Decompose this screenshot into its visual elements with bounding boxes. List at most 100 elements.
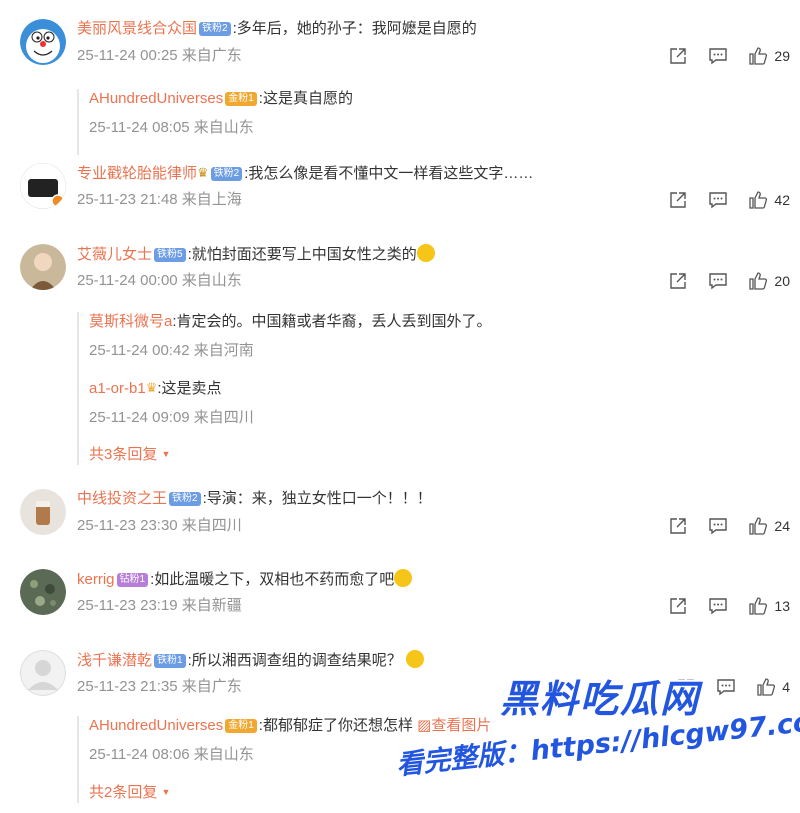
reply-list: AHundredUniverses 金粉1:都郁郁症了你还想怎样 ▨查看图片 25…	[77, 716, 491, 803]
username[interactable]: 专业戳轮胎能律师	[77, 165, 197, 182]
like-count: 24	[774, 518, 790, 534]
reply-text: :这是卖点	[157, 380, 222, 397]
avatar[interactable]	[20, 650, 66, 696]
like-count: 13	[774, 598, 790, 614]
comment-text: :导演：来，独立女性口一个！！！	[202, 490, 432, 507]
fan-badge: 铁粉5	[154, 248, 186, 262]
picture-icon: ▨	[417, 717, 432, 734]
comment-icon	[708, 271, 728, 291]
fan-badge: 铁粉2	[169, 492, 201, 506]
reply-meta: 25-11-24 09:09 来自四川	[89, 409, 254, 426]
reply-meta: 25-11-24 08:05 来自山东	[89, 119, 254, 136]
comment-text: :就怕封面还要写上中国女性之类的	[187, 246, 417, 263]
reply-button[interactable]	[708, 271, 728, 291]
comment-meta: 25-11-23 23:19 来自新疆	[77, 597, 242, 614]
avatar[interactable]	[20, 489, 66, 535]
comment-actions: 4	[656, 676, 790, 698]
like-icon	[748, 516, 768, 536]
reply-text: :这是真自愿的	[258, 90, 353, 107]
comment-icon	[716, 677, 736, 697]
share-button[interactable]	[668, 516, 688, 536]
comment-meta: 25-11-23 21:48 来自上海	[77, 191, 242, 208]
comment-text: :所以湘西调查组的调查结果呢？	[187, 652, 402, 669]
comment-icon	[708, 596, 728, 616]
view-picture-link[interactable]: ▨查看图片	[417, 717, 491, 734]
avatar[interactable]	[20, 163, 66, 209]
like-icon	[756, 677, 776, 697]
share-button[interactable]	[668, 190, 688, 210]
reply-button[interactable]	[708, 516, 728, 536]
like-button[interactable]: 24	[748, 516, 790, 536]
reply-list: 莫斯科微号a:肯定会的。中国籍或者华裔，丢人丢到国外了。 25-11-24 00…	[77, 312, 492, 465]
username[interactable]: 莫斯科微号a	[89, 313, 172, 330]
reply-list: AHundredUniverses 金粉1:这是真自愿的 25-11-24 08:…	[77, 89, 353, 155]
comment-actions: 29	[648, 45, 790, 67]
comment-icon	[708, 190, 728, 210]
fan-badge: 钻粉1	[116, 573, 149, 587]
reply-item: AHundredUniverses 金粉1:这是真自愿的 25-11-24 08:…	[89, 89, 353, 155]
share-button[interactable]	[668, 46, 688, 66]
caret-down-icon: ▼	[161, 449, 171, 459]
reply-item: 莫斯科微号a:肯定会的。中国籍或者华裔，丢人丢到国外了。 25-11-24 00…	[89, 312, 492, 378]
crown-icon: ♛	[197, 165, 209, 180]
like-icon	[748, 46, 768, 66]
like-button[interactable]: 29	[748, 46, 790, 66]
share-icon	[668, 46, 688, 66]
comment-icon	[708, 46, 728, 66]
comment-meta: 25-11-23 23:30 来自四川	[77, 517, 242, 534]
avatar[interactable]	[20, 569, 66, 615]
fan-badge: 铁粉2	[210, 167, 243, 181]
comment-actions: 24	[648, 515, 790, 537]
more-replies-link[interactable]: 共3条回复 ▼	[89, 444, 492, 465]
like-count: 20	[774, 273, 790, 289]
comment-text: :多年后，她的孙子：我阿嬷是自愿的	[232, 20, 477, 37]
comment-meta: 25-11-23 21:35 来自广东	[77, 678, 242, 695]
like-button[interactable]: 42	[748, 190, 790, 210]
comment-actions: 13	[648, 595, 790, 617]
username[interactable]: a1-or-b1	[89, 380, 146, 397]
share-icon	[668, 190, 688, 210]
like-button[interactable]: 4	[756, 677, 790, 697]
comment-actions: 42	[648, 189, 790, 211]
fan-badge: 金粉1	[225, 92, 257, 106]
comment-meta: 25-11-24 00:25 来自广东	[77, 47, 242, 64]
crown-icon: ♛	[145, 380, 158, 395]
share-button[interactable]	[676, 677, 696, 697]
fan-badge: 铁粉1	[154, 654, 186, 668]
fan-badge: 铁粉2	[199, 22, 231, 36]
comment-icon	[708, 516, 728, 536]
like-count: 29	[774, 48, 790, 64]
username[interactable]: 美丽风景线合众国	[77, 20, 197, 37]
share-button[interactable]	[668, 271, 688, 291]
reply-item: a1-or-b1♛:这是卖点 25-11-24 09:09 来自四川	[89, 378, 492, 444]
avatar[interactable]	[20, 244, 66, 290]
share-icon	[668, 271, 688, 291]
reply-button[interactable]	[708, 596, 728, 616]
reply-button[interactable]	[708, 46, 728, 66]
reply-text: :肯定会的。中国籍或者华裔，丢人丢到国外了。	[172, 313, 492, 330]
username[interactable]: 浅千谦潜乾	[77, 652, 152, 669]
more-replies-link[interactable]: 共2条回复 ▼	[89, 782, 491, 803]
username[interactable]: 中线投资之王	[77, 490, 167, 507]
share-button[interactable]	[668, 596, 688, 616]
username[interactable]: AHundredUniverses	[89, 717, 223, 734]
avatar[interactable]	[20, 19, 66, 65]
fan-badge: 金粉1	[225, 719, 257, 733]
reply-text: :都郁郁症了你还想怎样	[258, 717, 413, 734]
like-count: 4	[782, 679, 790, 695]
reply-button[interactable]	[716, 677, 736, 697]
username[interactable]: kerrig	[77, 571, 115, 588]
caret-down-icon: ▼	[161, 787, 171, 797]
share-icon	[676, 677, 696, 697]
emoji-icon	[405, 650, 424, 668]
like-button[interactable]: 13	[748, 596, 790, 616]
like-icon	[748, 596, 768, 616]
username[interactable]: 艾薇儿女士	[77, 246, 152, 263]
username[interactable]: AHundredUniverses	[89, 90, 223, 107]
reply-meta: 25-11-24 00:42 来自河南	[89, 342, 254, 359]
emoji-icon	[394, 569, 413, 587]
reply-button[interactable]	[708, 190, 728, 210]
like-count: 42	[774, 192, 790, 208]
like-button[interactable]: 20	[748, 271, 790, 291]
share-icon	[668, 516, 688, 536]
